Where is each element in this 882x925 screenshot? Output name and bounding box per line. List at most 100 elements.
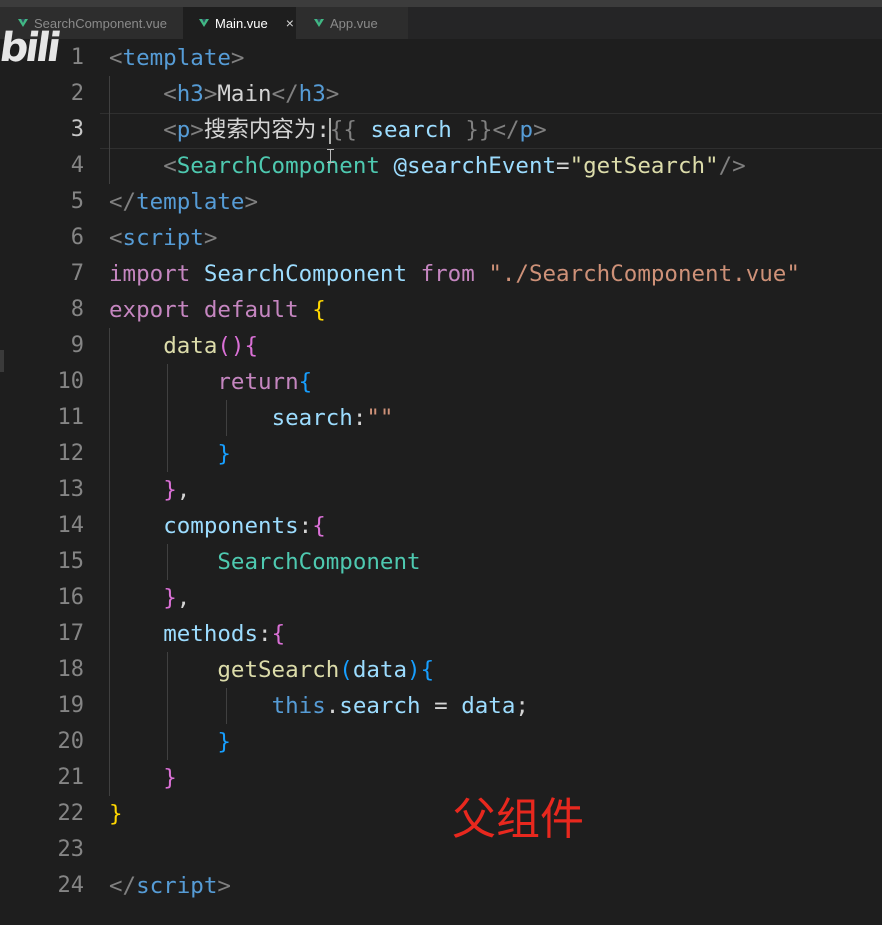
code-token: data [163,333,218,359]
code-text: components:{ [109,508,326,544]
code-text: this.search = data; [109,688,529,724]
line-number: 17 [57,621,85,646]
line-number: 9 [70,333,84,358]
code-text: } [109,436,231,472]
code-token: } [163,765,177,791]
code-token: data [461,693,516,719]
indent-guide [226,400,227,436]
code-token: @searchEvent [393,153,557,179]
line-number: 3 [70,117,84,142]
code-token: Main [217,81,272,107]
code-line[interactable]: 1 <template> [0,40,882,76]
code-token: < [163,81,177,107]
code-token: script [136,873,218,899]
code-line[interactable]: 7 import SearchComponent from "./SearchCo… [0,256,882,292]
code-token: data [352,657,408,683]
code-text: data(){ [109,328,258,364]
close-icon[interactable]: × [286,15,294,31]
code-token: } [163,477,177,503]
code-text: export default { [109,292,326,328]
code-token: </ [109,189,137,215]
line-number: 10 [57,369,85,394]
code-text: <SearchComponent @searchEvent="getSearch… [109,148,746,184]
code-token: ) [407,657,421,683]
code-line[interactable]: 8 export default { [0,292,882,328]
code-line[interactable]: 20 } [0,724,882,760]
code-line[interactable]: 9 data(){ [0,328,882,364]
code-line[interactable]: 3 <p>搜索内容为:{{ search }}</p> [0,112,882,148]
code-token: "" [366,405,394,431]
line-number: 19 [57,693,85,718]
code-token: ; [515,693,529,719]
code-token: { [312,297,326,323]
code-line[interactable]: 11 search:"" [0,400,882,436]
code-line[interactable]: 24 </script> [0,868,882,904]
code-line[interactable]: 22} [0,796,882,832]
code-token: "getSearch" [569,153,719,179]
line-number: 5 [70,189,84,214]
code-token: SearchComponent [176,153,380,179]
code-line[interactable]: 23 [0,832,882,868]
code-text: methods:{ [109,616,285,652]
code-token: import [109,261,191,287]
code-token: this [271,693,326,719]
code-token: </ [109,873,137,899]
code-token: ( [339,657,353,683]
line-number: 22 [57,801,85,826]
code-token: search [339,693,421,719]
code-token: > [325,81,340,107]
code-token: components [163,513,299,539]
code-line[interactable]: 10 return{ [0,364,882,400]
code-token: {{ [329,117,371,143]
code-line[interactable]: 12 } [0,436,882,472]
line-number: 12 [57,441,85,466]
code-token: return [217,369,299,395]
code-token: { [420,657,435,683]
code-line[interactable]: 17 methods:{ [0,616,882,652]
code-token: < [163,117,177,143]
code-token: search [271,405,353,431]
code-line[interactable]: 21 } [0,760,882,796]
code-token: (){ [217,333,259,359]
code-text: } [109,796,123,832]
line-number: 1 [70,45,84,70]
code-text: }, [109,472,190,508]
code-line[interactable]: 6 <script> [0,220,882,256]
code-token: < [109,225,123,251]
code-line[interactable]: 4 <SearchComponent @searchEvent="getSear… [0,148,882,184]
code-line[interactable]: 5 </template> [0,184,882,220]
code-line[interactable]: 18 getSearch(data){ [0,652,882,688]
code-token: 搜索内容为: [203,117,330,143]
window-top-strip [0,0,882,7]
code-token: , [176,585,191,611]
code-token: p [176,117,191,143]
tab-app[interactable]: App.vue [296,7,408,39]
line-number: 7 [70,261,84,286]
code-text: <template> [109,40,244,76]
code-line[interactable]: 16 }, [0,580,882,616]
code-line[interactable]: 15 SearchComponent [0,544,882,580]
code-token: }} [451,117,493,143]
code-text: <p>搜索内容为:{{ search }}</p> [109,112,547,148]
code-token: = [556,153,570,179]
code-line[interactable]: 2 <h3>Main</h3> [0,76,882,112]
code-token: h3 [298,81,326,107]
code-line[interactable]: 19 this.search = data; [0,688,882,724]
code-editor[interactable]: 1 <template> 2 <h3>Main</h3> 3 <p>搜索内容为:{{ … [0,40,882,925]
tab-label: Main.vue [215,15,268,31]
code-line[interactable]: 13 }, [0,472,882,508]
code-token: export [109,297,191,323]
code-line[interactable]: 14 components:{ [0,508,882,544]
tab-main[interactable]: Main.vue × [183,7,296,39]
code-token: < [163,153,177,179]
